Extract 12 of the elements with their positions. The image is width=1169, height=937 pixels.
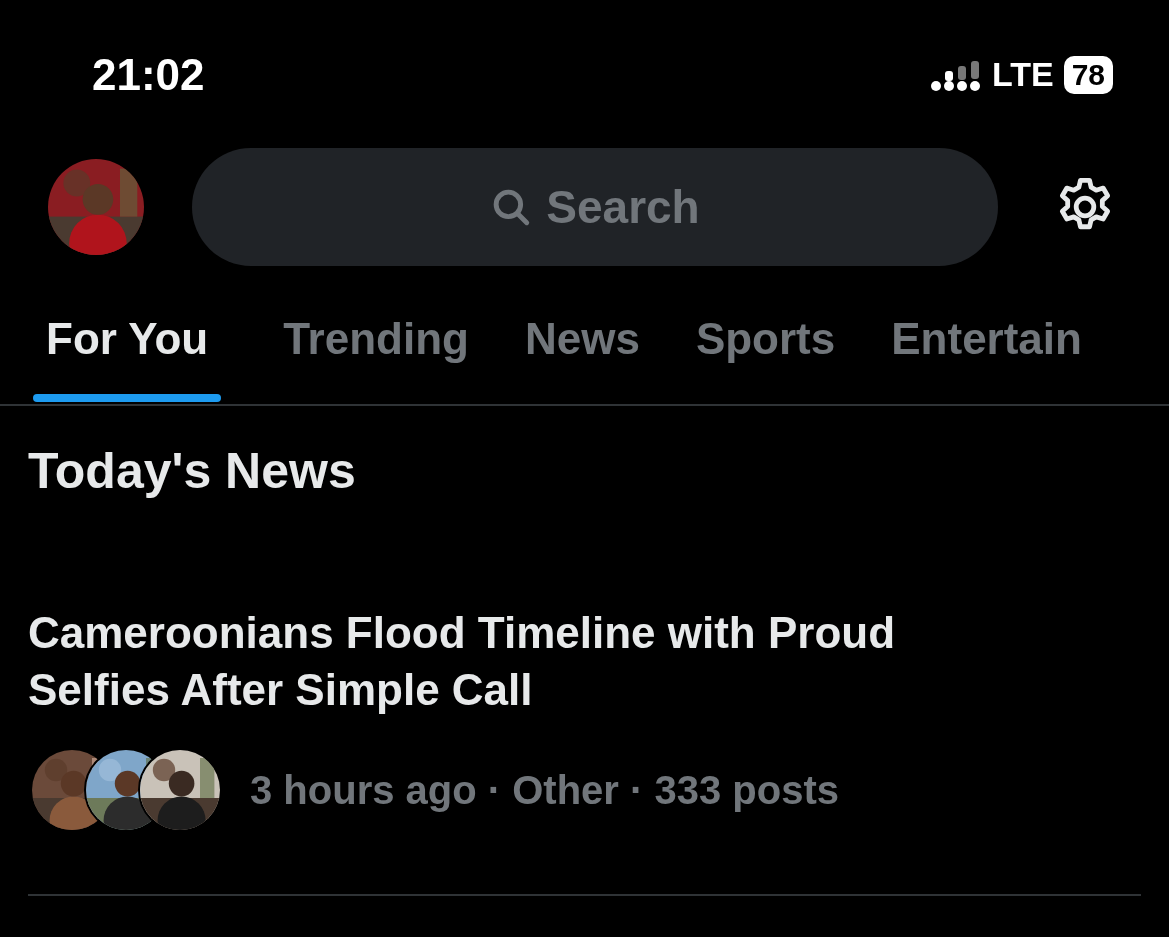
battery-level: 78 — [1063, 55, 1113, 94]
tab[interactable]: Entertain — [891, 314, 1082, 404]
tab[interactable]: Trending — [283, 314, 469, 404]
status-time: 21:02 — [92, 50, 205, 100]
tab[interactable]: News — [524, 314, 640, 404]
story-meta: 3 hours ago · Other · 333 posts — [250, 767, 839, 813]
story-title[interactable]: Cameroonians Flood Timeline with Proud Selfies After Simple Call — [28, 604, 1028, 718]
search-field[interactable]: Search — [192, 148, 998, 266]
network-label: LTE — [991, 55, 1054, 94]
section-title: Today's News — [28, 442, 357, 500]
tab[interactable]: Sports — [695, 314, 836, 404]
tab[interactable]: For You — [33, 314, 222, 404]
